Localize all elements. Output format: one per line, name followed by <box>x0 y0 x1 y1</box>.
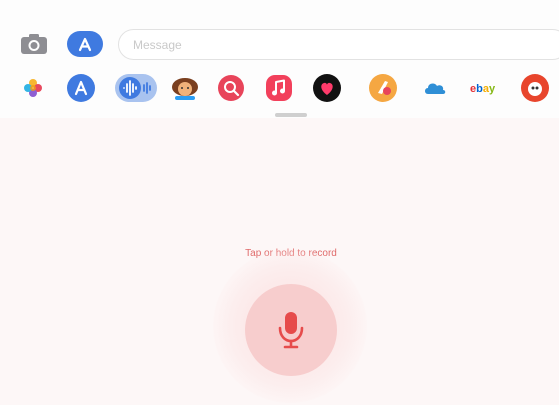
app-store-icon <box>67 74 95 102</box>
cloud-app-icon <box>425 83 446 94</box>
drawer-grabber-handle[interactable] <box>275 113 307 117</box>
digital-touch-icon <box>313 74 341 102</box>
audio-message-app[interactable] <box>114 73 158 103</box>
svg-text:ebay: ebay <box>470 83 496 95</box>
app-drawer: ebay <box>0 68 559 108</box>
game-app[interactable] <box>368 73 398 103</box>
music-icon <box>266 75 292 101</box>
photos-icon <box>24 79 42 97</box>
camera-icon <box>21 34 47 54</box>
camera-button[interactable] <box>19 31 49 57</box>
digital-touch-app[interactable] <box>312 73 342 103</box>
photos-app[interactable] <box>18 73 48 103</box>
app-store-icon <box>67 31 103 57</box>
game-app-icon <box>369 74 397 102</box>
app-store-button[interactable] <box>66 30 104 58</box>
sticker-app-icon <box>521 74 549 102</box>
microphone-icon <box>278 312 304 349</box>
ebay-app[interactable]: ebay <box>468 73 504 103</box>
image-search-app[interactable] <box>216 73 246 103</box>
message-placeholder: Message <box>133 37 182 52</box>
message-compose-bar: Message ebay <box>0 0 559 118</box>
message-input[interactable]: Message <box>118 29 559 60</box>
audio-message-icon <box>115 74 157 102</box>
image-search-icon <box>218 75 244 101</box>
cloud-app[interactable] <box>420 73 450 103</box>
memoji-stickers-icon <box>172 78 198 100</box>
app-store-app[interactable] <box>66 73 96 103</box>
music-app[interactable] <box>264 73 294 103</box>
record-button[interactable] <box>245 284 337 376</box>
sticker-app[interactable] <box>520 73 550 103</box>
memoji-stickers-app[interactable] <box>170 73 200 103</box>
ebay-icon: ebay <box>470 83 496 95</box>
